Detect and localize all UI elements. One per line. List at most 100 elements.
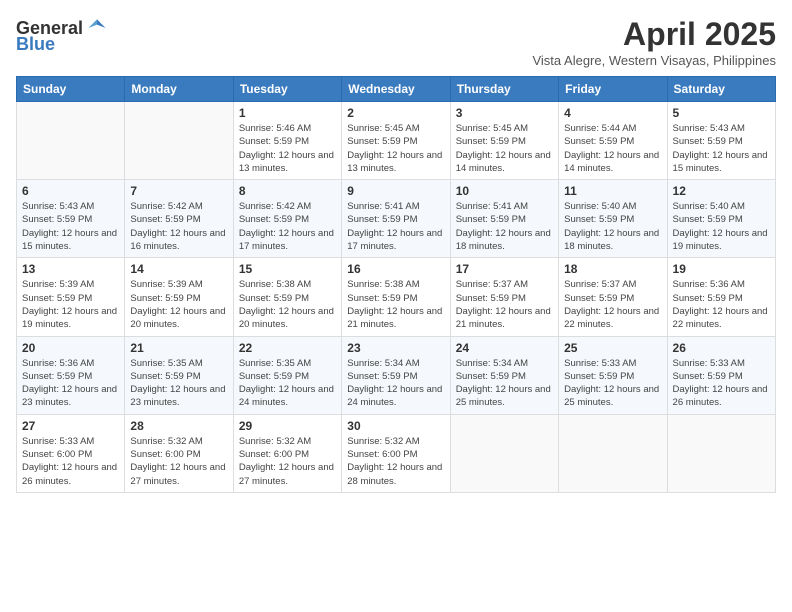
day-number: 12 [673, 184, 770, 198]
weekday-header-thursday: Thursday [450, 77, 558, 102]
day-number: 11 [564, 184, 661, 198]
weekday-header-tuesday: Tuesday [233, 77, 341, 102]
day-info: Sunrise: 5:46 AMSunset: 5:59 PMDaylight:… [239, 122, 336, 175]
calendar-cell: 1 Sunrise: 5:46 AMSunset: 5:59 PMDaylight… [233, 102, 341, 180]
day-info: Sunrise: 5:40 AMSunset: 5:59 PMDaylight:… [673, 200, 770, 253]
calendar-cell [559, 414, 667, 492]
day-info: Sunrise: 5:43 AMSunset: 5:59 PMDaylight:… [673, 122, 770, 175]
day-info: Sunrise: 5:33 AMSunset: 5:59 PMDaylight:… [673, 357, 770, 410]
day-number: 22 [239, 341, 336, 355]
calendar-cell: 12 Sunrise: 5:40 AMSunset: 5:59 PMDayligh… [667, 180, 775, 258]
calendar-cell: 5 Sunrise: 5:43 AMSunset: 5:59 PMDaylight… [667, 102, 775, 180]
day-info: Sunrise: 5:36 AMSunset: 5:59 PMDaylight:… [673, 278, 770, 331]
day-number: 4 [564, 106, 661, 120]
calendar-cell: 26 Sunrise: 5:33 AMSunset: 5:59 PMDayligh… [667, 336, 775, 414]
day-number: 9 [347, 184, 444, 198]
calendar-cell: 20 Sunrise: 5:36 AMSunset: 5:59 PMDayligh… [17, 336, 125, 414]
day-number: 29 [239, 419, 336, 433]
day-info: Sunrise: 5:39 AMSunset: 5:59 PMDaylight:… [130, 278, 227, 331]
day-number: 1 [239, 106, 336, 120]
day-number: 30 [347, 419, 444, 433]
calendar-cell [667, 414, 775, 492]
day-number: 6 [22, 184, 119, 198]
day-number: 2 [347, 106, 444, 120]
day-number: 20 [22, 341, 119, 355]
calendar-cell: 13 Sunrise: 5:39 AMSunset: 5:59 PMDayligh… [17, 258, 125, 336]
calendar-cell: 19 Sunrise: 5:36 AMSunset: 5:59 PMDayligh… [667, 258, 775, 336]
day-number: 25 [564, 341, 661, 355]
calendar-cell: 15Sunrise: 5:38 AMSunset: 5:59 PMDayligh… [233, 258, 341, 336]
day-info: Sunrise: 5:42 AMSunset: 5:59 PMDaylight:… [130, 200, 227, 253]
logo-icon [85, 16, 109, 40]
calendar-cell: 25 Sunrise: 5:33 AMSunset: 5:59 PMDayligh… [559, 336, 667, 414]
weekday-header-wednesday: Wednesday [342, 77, 450, 102]
logo: General Blue [16, 16, 109, 55]
calendar-cell: 8Sunrise: 5:42 AMSunset: 5:59 PMDaylight… [233, 180, 341, 258]
day-number: 13 [22, 262, 119, 276]
weekday-header-monday: Monday [125, 77, 233, 102]
day-info: Sunrise: 5:33 AMSunset: 6:00 PMDaylight:… [22, 435, 119, 488]
day-info: Sunrise: 5:40 AMSunset: 5:59 PMDaylight:… [564, 200, 661, 253]
day-info: Sunrise: 5:35 AMSunset: 5:59 PMDaylight:… [239, 357, 336, 410]
day-number: 10 [456, 184, 553, 198]
title-block: April 2025 Vista Alegre, Western Visayas… [532, 16, 776, 68]
day-number: 19 [673, 262, 770, 276]
day-number: 5 [673, 106, 770, 120]
calendar-cell [450, 414, 558, 492]
day-number: 17 [456, 262, 553, 276]
calendar-cell: 9 Sunrise: 5:41 AMSunset: 5:59 PMDaylight… [342, 180, 450, 258]
page-header: General Blue April 2025 Vista Alegre, We… [16, 16, 776, 68]
day-number: 23 [347, 341, 444, 355]
day-number: 8 [239, 184, 336, 198]
day-number: 21 [130, 341, 227, 355]
day-info: Sunrise: 5:34 AMSunset: 5:59 PMDaylight:… [347, 357, 444, 410]
calendar-cell: 7 Sunrise: 5:42 AMSunset: 5:59 PMDaylight… [125, 180, 233, 258]
day-info: Sunrise: 5:32 AMSunset: 6:00 PMDaylight:… [130, 435, 227, 488]
day-info: Sunrise: 5:36 AMSunset: 5:59 PMDaylight:… [22, 357, 119, 410]
location-text: Vista Alegre, Western Visayas, Philippin… [532, 53, 776, 68]
calendar-cell [17, 102, 125, 180]
calendar-week-2: 6 Sunrise: 5:43 AMSunset: 5:59 PMDaylight… [17, 180, 776, 258]
day-number: 26 [673, 341, 770, 355]
calendar-week-5: 27Sunrise: 5:33 AMSunset: 6:00 PMDayligh… [17, 414, 776, 492]
day-info: Sunrise: 5:45 AMSunset: 5:59 PMDaylight:… [347, 122, 444, 175]
calendar-cell: 14 Sunrise: 5:39 AMSunset: 5:59 PMDayligh… [125, 258, 233, 336]
weekday-header-row: SundayMondayTuesdayWednesdayThursdayFrid… [17, 77, 776, 102]
day-info: Sunrise: 5:43 AMSunset: 5:59 PMDaylight:… [22, 200, 119, 253]
calendar-cell: 3 Sunrise: 5:45 AMSunset: 5:59 PMDaylight… [450, 102, 558, 180]
calendar-cell: 22 Sunrise: 5:35 AMSunset: 5:59 PMDayligh… [233, 336, 341, 414]
calendar-cell: 21Sunrise: 5:35 AMSunset: 5:59 PMDayligh… [125, 336, 233, 414]
day-number: 16 [347, 262, 444, 276]
day-number: 24 [456, 341, 553, 355]
day-info: Sunrise: 5:37 AMSunset: 5:59 PMDaylight:… [456, 278, 553, 331]
weekday-header-friday: Friday [559, 77, 667, 102]
weekday-header-saturday: Saturday [667, 77, 775, 102]
day-info: Sunrise: 5:44 AMSunset: 5:59 PMDaylight:… [564, 122, 661, 175]
logo-blue: Blue [16, 34, 55, 55]
weekday-header-sunday: Sunday [17, 77, 125, 102]
calendar-week-1: 1 Sunrise: 5:46 AMSunset: 5:59 PMDaylight… [17, 102, 776, 180]
calendar-cell: 27Sunrise: 5:33 AMSunset: 6:00 PMDayligh… [17, 414, 125, 492]
calendar-cell [125, 102, 233, 180]
calendar-cell: 2 Sunrise: 5:45 AMSunset: 5:59 PMDaylight… [342, 102, 450, 180]
calendar-cell: 18Sunrise: 5:37 AMSunset: 5:59 PMDayligh… [559, 258, 667, 336]
calendar-cell: 23 Sunrise: 5:34 AMSunset: 5:59 PMDayligh… [342, 336, 450, 414]
calendar-week-4: 20 Sunrise: 5:36 AMSunset: 5:59 PMDayligh… [17, 336, 776, 414]
day-number: 3 [456, 106, 553, 120]
day-info: Sunrise: 5:39 AMSunset: 5:59 PMDaylight:… [22, 278, 119, 331]
day-info: Sunrise: 5:45 AMSunset: 5:59 PMDaylight:… [456, 122, 553, 175]
day-info: Sunrise: 5:33 AMSunset: 5:59 PMDaylight:… [564, 357, 661, 410]
calendar-cell: 24Sunrise: 5:34 AMSunset: 5:59 PMDayligh… [450, 336, 558, 414]
day-number: 7 [130, 184, 227, 198]
calendar-cell: 29Sunrise: 5:32 AMSunset: 6:00 PMDayligh… [233, 414, 341, 492]
day-info: Sunrise: 5:38 AMSunset: 5:59 PMDaylight:… [239, 278, 336, 331]
calendar-cell: 6 Sunrise: 5:43 AMSunset: 5:59 PMDaylight… [17, 180, 125, 258]
day-number: 18 [564, 262, 661, 276]
calendar-table: SundayMondayTuesdayWednesdayThursdayFrid… [16, 76, 776, 493]
calendar-cell: 10Sunrise: 5:41 AMSunset: 5:59 PMDayligh… [450, 180, 558, 258]
day-info: Sunrise: 5:41 AMSunset: 5:59 PMDaylight:… [347, 200, 444, 253]
calendar-week-3: 13 Sunrise: 5:39 AMSunset: 5:59 PMDayligh… [17, 258, 776, 336]
calendar-cell: 17 Sunrise: 5:37 AMSunset: 5:59 PMDayligh… [450, 258, 558, 336]
day-number: 14 [130, 262, 227, 276]
calendar-cell: 30Sunrise: 5:32 AMSunset: 6:00 PMDayligh… [342, 414, 450, 492]
